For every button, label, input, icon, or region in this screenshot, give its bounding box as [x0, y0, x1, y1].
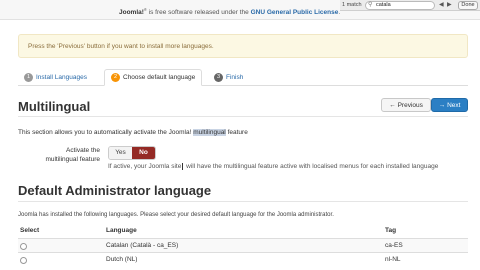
- tab-label: Install Languages: [36, 74, 87, 81]
- step-badge: 2: [111, 73, 120, 82]
- desc-after: feature: [225, 129, 248, 136]
- language-name: Dutch (NL): [106, 256, 138, 263]
- license-link[interactable]: GNU General Public License: [251, 9, 339, 16]
- find-match-count: 1 match: [342, 2, 362, 8]
- toggle-no-button[interactable]: No: [132, 147, 155, 159]
- find-done-button[interactable]: Done: [458, 1, 478, 10]
- alert-text: Press the 'Previous' button if you want …: [28, 43, 214, 50]
- next-button[interactable]: → Next: [431, 98, 468, 112]
- multilingual-help-text: If active, your Joomla site will have th…: [108, 163, 438, 170]
- multilingual-heading: Multilingual: [18, 99, 91, 114]
- tab-choose-default-language[interactable]: 2 Choose default language: [104, 69, 203, 86]
- divider: [18, 201, 468, 202]
- brand-name: Joomla!: [119, 9, 144, 17]
- next-label: Next: [447, 101, 461, 109]
- language-radio[interactable]: [20, 243, 27, 250]
- divider: [18, 116, 468, 117]
- find-next-icon[interactable]: ▶: [447, 1, 452, 8]
- arrow-right-icon: →: [438, 101, 446, 109]
- find-bar: 1 match ⚲ catala ◀ ▶ Done: [340, 0, 480, 11]
- find-query: catala: [376, 2, 391, 8]
- tab-finish[interactable]: 3 Finish: [208, 69, 249, 86]
- tab-label: Finish: [226, 74, 244, 81]
- admin-language-heading: Default Administrator language: [18, 183, 212, 198]
- column-header-tag: Tag: [385, 227, 397, 234]
- column-header-language: Language: [106, 227, 137, 234]
- step-badge: 1: [24, 73, 33, 82]
- step-badge: 3: [214, 73, 223, 82]
- search-icon: ⚲: [368, 2, 373, 8]
- column-header-select: Select: [20, 227, 40, 234]
- tab-install-languages[interactable]: 1 Install Languages: [18, 69, 93, 86]
- find-previous-icon[interactable]: ◀: [439, 1, 444, 8]
- multilingual-control-label: Activate the multilingual feature: [45, 147, 100, 163]
- license-notice: Joomla!® is free software released under…: [119, 7, 340, 16]
- language-tag: nl-NL: [385, 256, 401, 263]
- language-tag: ca-ES: [385, 242, 403, 249]
- language-name: Catalan (Català - ca_ES): [106, 242, 179, 249]
- previous-button[interactable]: ← Previous: [381, 98, 431, 112]
- toggle-yes-button[interactable]: Yes: [109, 147, 132, 159]
- help-after: will have the multilingual feature activ…: [184, 163, 439, 171]
- find-highlight: multilingual: [193, 129, 226, 136]
- multilingual-description: This section allows you to automatically…: [18, 129, 248, 136]
- help-before: If active, your Joomla site: [108, 163, 182, 171]
- desc-before: This section allows you to automatically…: [18, 129, 194, 136]
- tab-label: Choose default language: [123, 74, 196, 81]
- table-row: Dutch (NL) nl-NL: [18, 252, 468, 266]
- multilingual-toggle[interactable]: Yes No: [108, 146, 156, 160]
- previous-label: Previous: [397, 101, 423, 109]
- step-tabs: 1 Install Languages 2 Choose default lan…: [18, 68, 468, 86]
- admin-language-description: Joomla has installed the following langu…: [18, 212, 334, 218]
- notice-text: is free software released under the: [146, 9, 251, 17]
- info-alert: Press the 'Previous' button if you want …: [18, 34, 468, 58]
- table-row: Catalan (Català - ca_ES) ca-ES: [18, 238, 468, 252]
- arrow-left-icon: ←: [389, 101, 396, 109]
- language-radio[interactable]: [20, 257, 27, 264]
- find-input[interactable]: ⚲ catala: [365, 1, 435, 10]
